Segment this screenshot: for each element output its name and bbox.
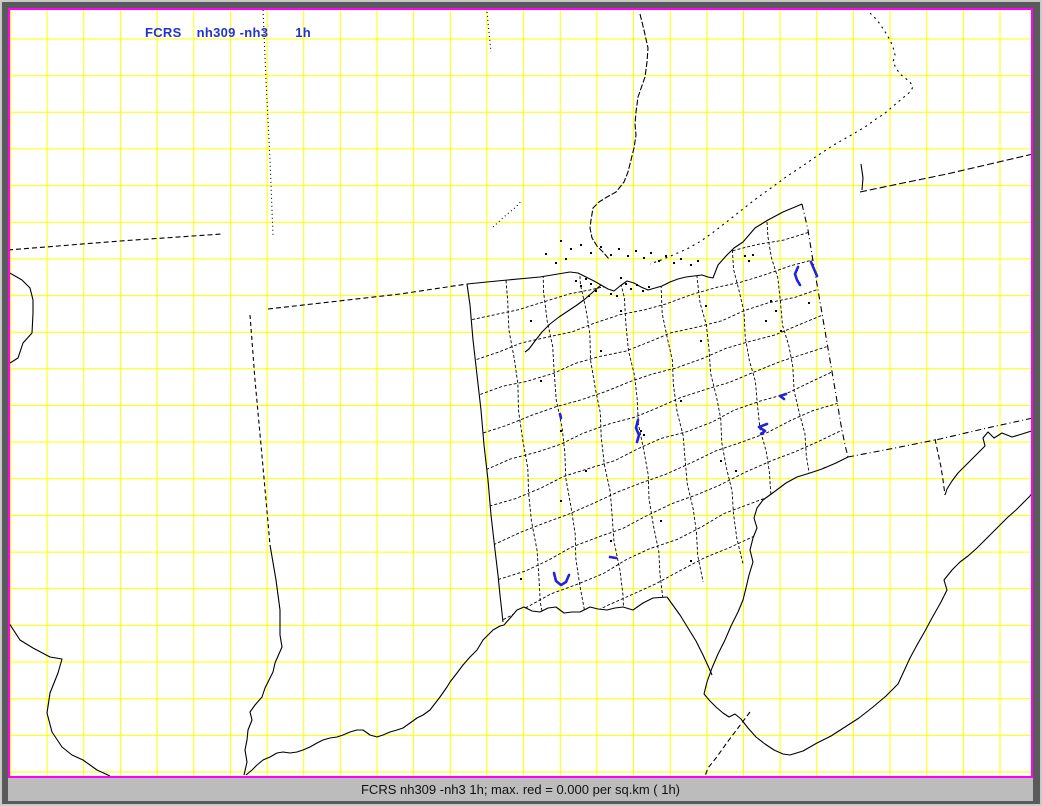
lake-buckeye — [610, 557, 616, 558]
county-line — [579, 256, 624, 618]
coast-lake-erie-ohio — [570, 204, 802, 291]
boundaries-and-rivers — [10, 10, 1031, 776]
lake-berlin — [780, 394, 786, 399]
county-line — [615, 249, 663, 599]
county-line — [498, 429, 845, 580]
map-title-hour: 1h — [295, 25, 311, 40]
lake-tappan — [759, 424, 767, 434]
border-indiana-ohio-west — [467, 284, 503, 622]
border-pa-wv-branch — [935, 439, 945, 495]
town-dots — [520, 240, 810, 580]
state-line-michigan-ohio — [268, 284, 467, 309]
river-whitewater — [244, 545, 282, 775]
county-line — [690, 231, 743, 564]
river-ohio-upper-wv — [704, 457, 848, 694]
county-line — [486, 347, 826, 470]
latlon-grid — [10, 10, 1031, 776]
lake-indian — [560, 414, 561, 418]
map-canvas[interactable] — [8, 8, 1033, 778]
county-line — [477, 260, 813, 360]
border-mason-dixon — [848, 418, 1031, 457]
county-line — [729, 220, 782, 542]
river-ohio-loop-down — [704, 694, 790, 755]
border-lake-international — [860, 154, 1031, 192]
county-line-top — [487, 12, 491, 52]
river-ohio-loop-up — [790, 489, 1031, 755]
border-pennsylvania-ohio — [802, 204, 848, 457]
coast-michigan-ohio-corner — [467, 272, 570, 284]
lake-east-fork — [554, 573, 569, 585]
county-line — [480, 290, 817, 395]
river-pittsburgh — [945, 430, 1031, 495]
county-line — [483, 316, 821, 433]
state-line-meridian-top — [263, 10, 273, 235]
map-title-model: FCRS — [145, 25, 182, 40]
lake-michigan-tip — [10, 272, 33, 363]
state-line-michigan-indiana — [10, 234, 222, 250]
coast-michigan-lake-erie — [650, 13, 913, 264]
river-ohio-mid — [667, 597, 712, 675]
map-title: FCRS nh309 -nh3 1h — [145, 25, 311, 40]
map-title-run: nh309 -nh3 — [197, 25, 269, 40]
county-line — [503, 459, 850, 620]
status-text: FCRS nh309 -nh3 1h; max. red = 0.000 per… — [361, 782, 680, 797]
county-line — [652, 241, 704, 582]
lake-grand-river — [795, 267, 800, 285]
river-wabash-left — [10, 620, 110, 776]
map-svg — [10, 10, 1031, 776]
status-bar: FCRS nh309 -nh3 1h; max. red = 0.000 per… — [8, 778, 1033, 801]
river-ohio-south — [246, 597, 667, 775]
county-line-monroe-mi — [493, 200, 522, 227]
county-line — [506, 276, 549, 661]
county-line — [494, 403, 839, 545]
map-window: FCRS nh309 -nh3 1h FCRS nh309 -nh3 1h; max… — [0, 0, 1042, 806]
county-line — [490, 372, 833, 506]
lakes — [554, 262, 817, 585]
